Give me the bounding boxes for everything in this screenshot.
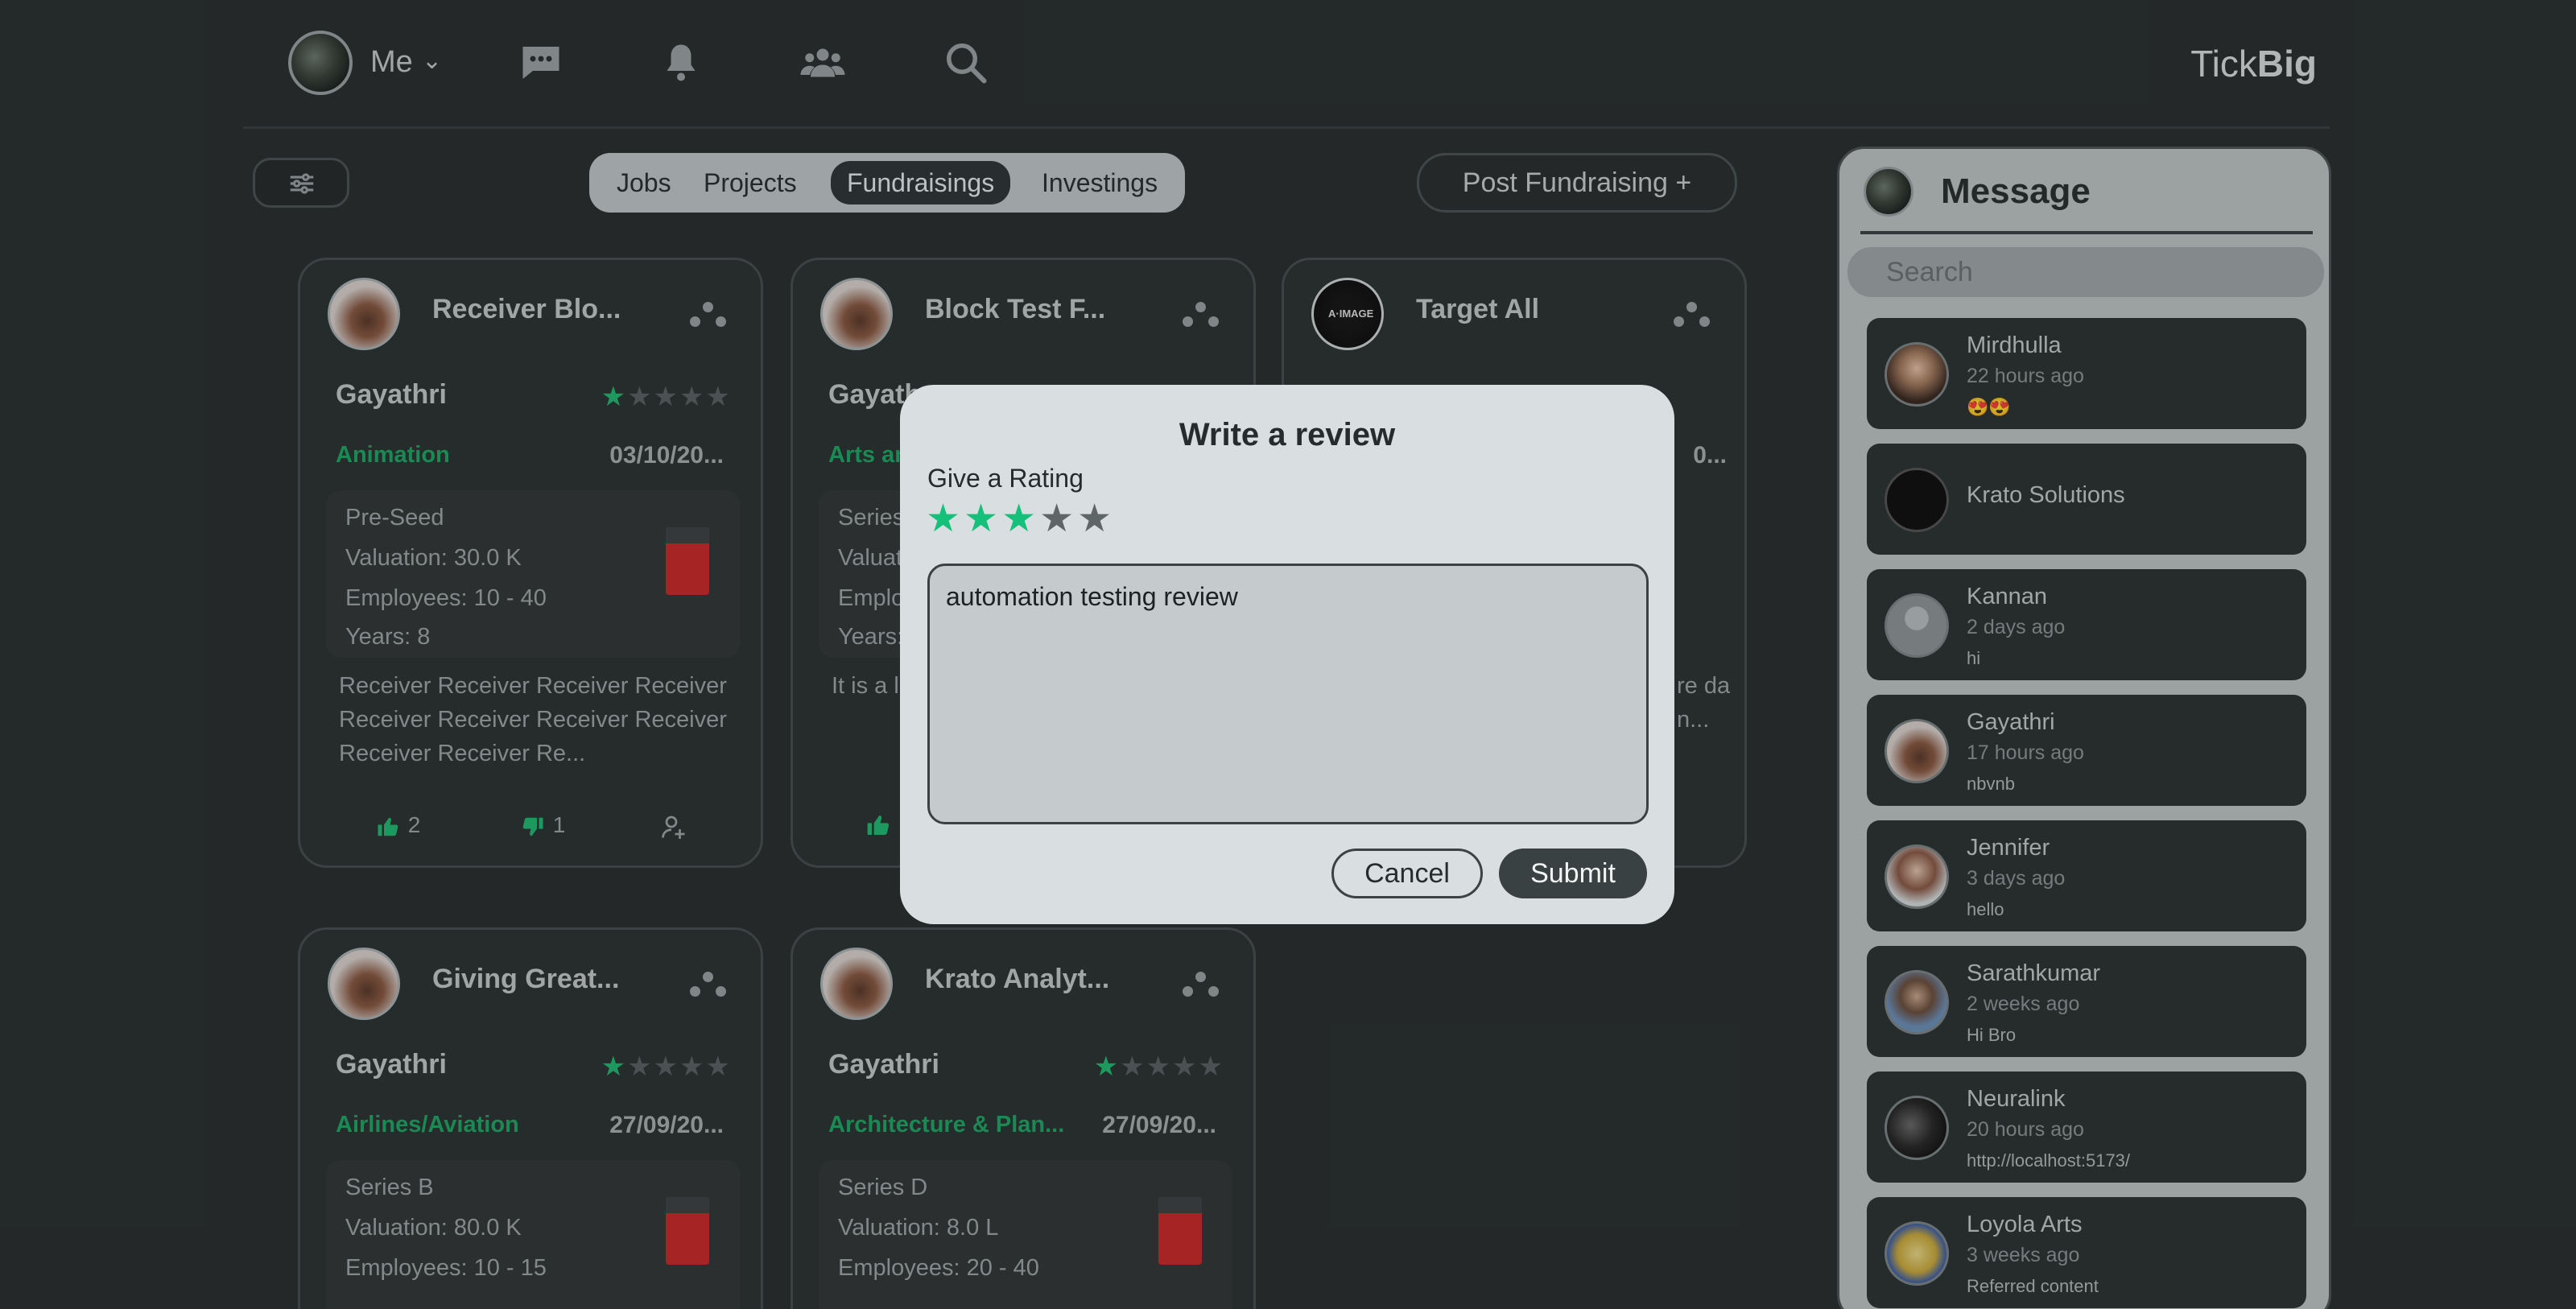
submit-button[interactable]: Submit bbox=[1499, 849, 1647, 898]
star-icon[interactable]: ★ bbox=[1001, 498, 1039, 540]
star-rating-input[interactable]: ★★★★★ bbox=[926, 496, 1115, 541]
star-icon[interactable]: ★ bbox=[926, 498, 964, 540]
review-textarea[interactable]: automation testing review bbox=[927, 564, 1649, 824]
star-icon[interactable]: ★ bbox=[1077, 498, 1115, 540]
cancel-button[interactable]: Cancel bbox=[1331, 849, 1483, 898]
review-dialog: Write a review Give a Rating ★★★★★ autom… bbox=[900, 385, 1674, 924]
rating-label: Give a Rating bbox=[927, 464, 1084, 493]
star-icon[interactable]: ★ bbox=[964, 498, 1001, 540]
dialog-title: Write a review bbox=[1179, 417, 1396, 452]
star-icon[interactable]: ★ bbox=[1039, 498, 1077, 540]
